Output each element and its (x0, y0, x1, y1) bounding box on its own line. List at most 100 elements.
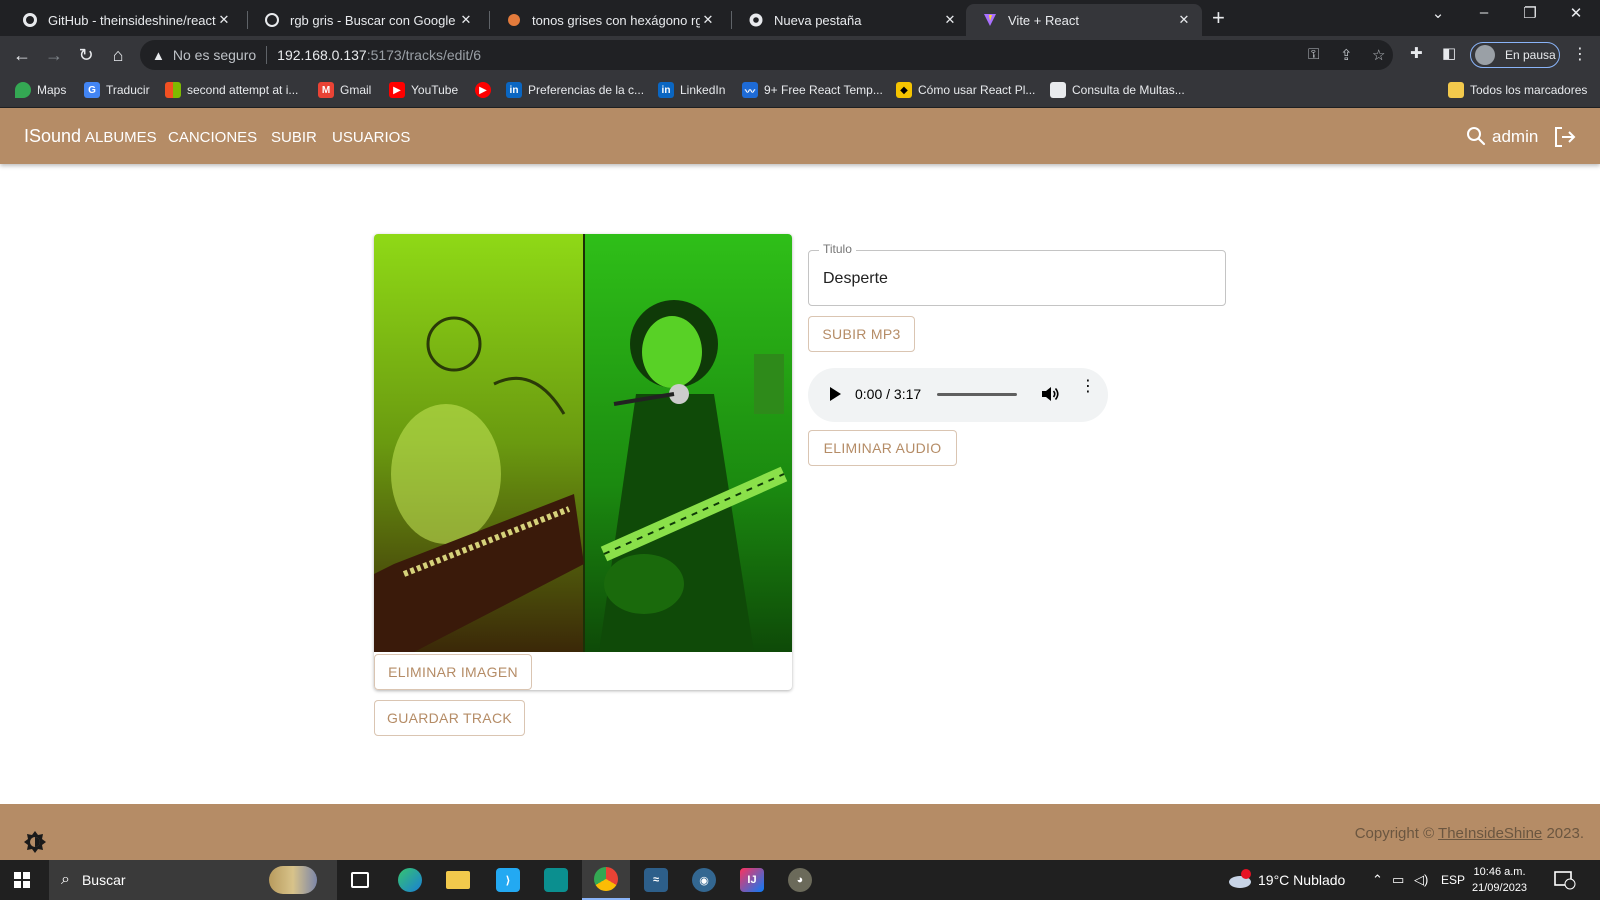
nav-canciones[interactable]: CANCIONES (168, 129, 257, 146)
reload-icon[interactable]: ↻ (75, 45, 97, 65)
file-explorer-icon[interactable] (434, 860, 482, 900)
side-panel-icon[interactable]: ◧ (1442, 44, 1456, 62)
security-status[interactable]: No es seguro (173, 47, 256, 63)
system-clock[interactable]: 10:46 a.m. 21/09/2023 (1472, 864, 1527, 896)
minimize-icon[interactable]: – (1474, 4, 1494, 21)
audio-player[interactable]: 0:00 / 3:17 ⋮ (808, 368, 1108, 422)
gimp-icon[interactable]: ◕ (776, 860, 824, 900)
copyright-link[interactable]: TheInsideShine (1438, 825, 1542, 842)
tab-search-icon[interactable]: ⌄ (1428, 4, 1448, 22)
delete-image-button[interactable]: ELIMINAR IMAGEN (374, 654, 532, 690)
bookmark-gmail[interactable]: M Gmail (318, 82, 371, 98)
bookmark-label: Traducir (106, 83, 150, 97)
close-tab-icon[interactable]: ✕ (700, 12, 716, 28)
tab-google-search[interactable]: rgb gris - Buscar con Google ✕ (248, 4, 484, 36)
youtube-music-icon: ▶ (475, 82, 491, 98)
avatar (1475, 45, 1495, 65)
theme-toggle-icon[interactable] (24, 831, 46, 853)
back-icon[interactable]: ← (11, 45, 33, 65)
task-view-icon[interactable] (336, 860, 384, 900)
clock-time: 10:46 a.m. (1473, 866, 1526, 878)
close-tab-icon[interactable]: ✕ (458, 12, 474, 28)
title-label: Titulo (819, 242, 856, 256)
windows-start-icon[interactable] (14, 872, 30, 888)
bookmark-linkedin[interactable]: in LinkedIn (658, 82, 725, 98)
bookmark-traducir[interactable]: G Traducir (84, 82, 150, 98)
key-icon[interactable]: ⚿ (1308, 46, 1319, 63)
title-field[interactable]: Titulo Desperte (808, 242, 1226, 306)
bookmark-second-attempt[interactable]: second attempt at i... (165, 82, 298, 98)
postgres-icon[interactable]: ◉ (680, 860, 728, 900)
browser-menu-icon[interactable]: ⋮ (1572, 44, 1588, 64)
page-icon (1050, 82, 1066, 98)
logout-icon[interactable] (1553, 126, 1577, 148)
browser-tab-strip: GitHub - theinsideshine/react-ins ✕ rgb … (0, 0, 1600, 36)
address-toolbar: ← → ↻ ⌂ ▲ No es seguro 192.168.0.137:517… (0, 36, 1600, 74)
mysql-workbench-icon[interactable]: ≈ (632, 860, 680, 900)
taskbar-search[interactable]: ⌕ Buscar (49, 860, 337, 900)
bookmark-react-pl[interactable]: ◆ Cómo usar React Pl... (896, 82, 1035, 98)
chrome-icon[interactable] (582, 860, 630, 900)
tab-title: Nueva pestaña (774, 12, 862, 28)
close-window-icon[interactable]: ✕ (1566, 4, 1586, 22)
bookmark-youtube[interactable]: ▶ YouTube (389, 82, 458, 98)
bookmark-youtube-music[interactable]: ▶ (475, 82, 497, 98)
bookmark-label: Todos los marcadores (1470, 83, 1588, 97)
close-tab-icon[interactable]: ✕ (216, 12, 232, 28)
bookmark-label: Preferencias de la c... (528, 83, 645, 97)
search-icon[interactable] (1466, 126, 1486, 146)
bookmark-label: Maps (37, 83, 67, 97)
nav-albumes[interactable]: ALBUMES (85, 129, 157, 146)
nav-subir[interactable]: SUBIR (271, 129, 317, 146)
warning-icon[interactable]: ▲ (152, 48, 165, 63)
tab-vite-react[interactable]: Vite + React ✕ (966, 4, 1202, 36)
audio-progress-slider[interactable] (937, 393, 1017, 396)
close-tab-icon[interactable]: ✕ (942, 12, 958, 28)
tab-tonos-grises[interactable]: tonos grises con hexágono rgb p ✕ (490, 4, 726, 36)
new-tab-button[interactable]: + (1212, 6, 1225, 30)
language-indicator[interactable]: ESP (1441, 873, 1465, 887)
all-bookmarks[interactable]: Todos los marcadores (1448, 82, 1587, 98)
vscode-icon[interactable]: ⟩ (484, 860, 532, 900)
tab-new-tab[interactable]: Nueva pestaña ✕ (732, 4, 968, 36)
close-tab-icon[interactable]: ✕ (1176, 12, 1192, 28)
audio-more-icon[interactable]: ⋮ (1080, 379, 1096, 395)
bookmark-label: second attempt at i... (187, 83, 299, 97)
bookmark-preferencias[interactable]: in Preferencias de la c... (506, 82, 644, 98)
delete-audio-button[interactable]: ELIMINAR AUDIO (808, 430, 957, 466)
play-icon[interactable] (830, 387, 841, 401)
save-track-button[interactable]: GUARDAR TRACK (374, 700, 525, 736)
address-input[interactable]: ▲ No es seguro 192.168.0.137:5173/tracks… (140, 40, 1393, 70)
share-icon[interactable]: ⇪ (1340, 46, 1353, 64)
title-input[interactable]: Desperte (823, 270, 888, 288)
upload-mp3-button[interactable]: SUBIR MP3 (808, 316, 915, 352)
terminal-icon[interactable] (532, 860, 580, 900)
youtube-icon: ▶ (389, 82, 405, 98)
brand-logo[interactable]: ISound (24, 126, 81, 147)
cat-icon: ◆ (896, 82, 912, 98)
forward-icon[interactable]: → (43, 45, 65, 65)
bookmark-label: Consulta de Multas... (1072, 83, 1185, 97)
edge-icon[interactable] (386, 860, 434, 900)
network-icon[interactable]: ▭ (1392, 872, 1404, 888)
bookmark-multas[interactable]: Consulta de Multas... (1050, 82, 1185, 98)
tray-chevron-icon[interactable]: ⌃ (1372, 872, 1383, 888)
weather-text[interactable]: 19°C Nublado (1258, 872, 1345, 888)
bookmark-maps[interactable]: Maps (15, 82, 66, 98)
notifications-icon[interactable] (1554, 870, 1576, 893)
intellij-icon[interactable]: IJ (728, 860, 776, 900)
bookmark-label: Gmail (340, 83, 372, 97)
volume-icon[interactable] (1040, 384, 1060, 404)
tab-github[interactable]: GitHub - theinsideshine/react-ins ✕ (6, 4, 242, 36)
profile-button[interactable]: En pausa (1470, 42, 1560, 68)
nav-usuarios[interactable]: USUARIOS (332, 129, 410, 146)
weather-icon[interactable] (1228, 869, 1252, 892)
user-name[interactable]: admin (1492, 127, 1538, 147)
restore-icon[interactable]: ❐ (1520, 4, 1540, 22)
speaker-icon[interactable]: ◁) (1414, 872, 1428, 888)
bookmark-react-templates[interactable]: 〰 9+ Free React Temp... (742, 82, 883, 98)
tab-title: GitHub - theinsideshine/react-ins (48, 12, 216, 28)
star-icon[interactable]: ☆ (1372, 46, 1385, 64)
extensions-icon[interactable]: ✚ (1410, 44, 1423, 62)
home-icon[interactable]: ⌂ (107, 45, 129, 65)
